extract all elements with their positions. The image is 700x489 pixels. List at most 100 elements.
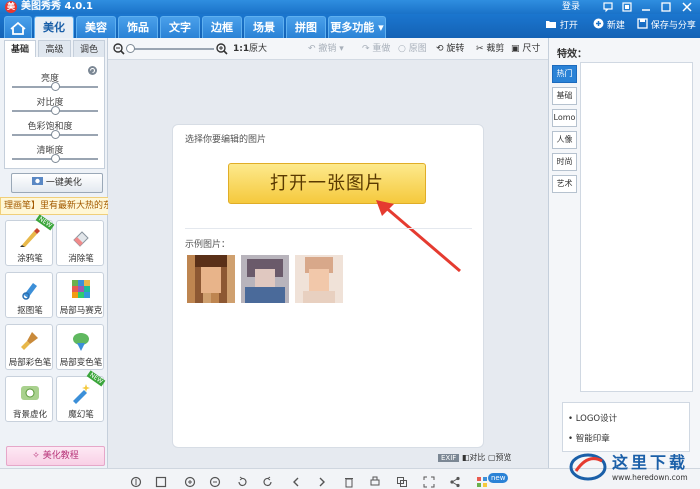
tab-beauty[interactable]: 美容 bbox=[76, 16, 116, 38]
watermark-logo-icon bbox=[569, 453, 607, 481]
pin-icon[interactable] bbox=[130, 476, 142, 488]
redo-label: 重做 bbox=[372, 44, 391, 54]
rotate-label: 旋转 bbox=[446, 44, 465, 54]
watermark-url: www.heredown.com bbox=[612, 473, 688, 482]
original-size-button[interactable]: 原大 bbox=[249, 42, 267, 56]
compare-button[interactable]: ◧对比 bbox=[462, 453, 486, 462]
apps-icon[interactable] bbox=[476, 476, 488, 488]
heredown-watermark: 这里下载 www.heredown.com bbox=[568, 447, 698, 487]
sidebar-tab-basic[interactable]: 基础 bbox=[4, 40, 36, 58]
size-label: 尺寸 bbox=[522, 44, 541, 54]
contrast-label: 对比度 bbox=[36, 98, 64, 108]
color-change-pen-tool[interactable]: 局部变色笔 bbox=[56, 324, 104, 370]
minimize-icon[interactable] bbox=[638, 0, 654, 14]
login-link[interactable]: 登录 bbox=[562, 1, 580, 13]
reset-original-label: 原图 bbox=[408, 44, 427, 54]
zoom-slider[interactable] bbox=[128, 48, 214, 50]
preview-button[interactable]: ▢预览 bbox=[488, 453, 512, 462]
sample-images-label: 示例图片： bbox=[185, 240, 231, 250]
tab-text[interactable]: 文字 bbox=[160, 16, 200, 38]
sample-image-1[interactable] bbox=[187, 255, 235, 303]
app-logo-icon: 美 bbox=[5, 1, 17, 13]
maximize-icon[interactable] bbox=[658, 0, 674, 14]
exif-button[interactable]: EXIF bbox=[438, 454, 460, 462]
sample-image-3[interactable] bbox=[295, 255, 343, 303]
reset-original-button[interactable]: ○ 原图 bbox=[398, 42, 427, 56]
effects-tab-art[interactable]: 艺术 bbox=[552, 175, 577, 193]
one-key-beautify-button[interactable]: 一键美化 bbox=[11, 173, 103, 193]
background-blur-tool[interactable]: 背景虚化 bbox=[5, 376, 53, 422]
effects-list-area bbox=[580, 62, 693, 392]
one-key-beautify-label: 一键美化 bbox=[45, 178, 82, 188]
effects-label: 特效： bbox=[557, 49, 587, 60]
logo-design-label: LOGO设计 bbox=[575, 414, 618, 424]
logo-design-link[interactable]: • LOGO设计 bbox=[568, 412, 617, 424]
tutorial-star-icon: ✧ bbox=[32, 451, 40, 461]
effects-tab-portrait[interactable]: 人像 bbox=[552, 131, 577, 149]
compare-label: 对比 bbox=[469, 453, 486, 462]
tab-more-features[interactable]: 更多功能 ▾ bbox=[328, 16, 386, 38]
cutout-pen-label: 抠图笔 bbox=[17, 306, 43, 316]
smart-seal-link[interactable]: • 智能印章 bbox=[568, 432, 610, 444]
tab-scenes[interactable]: 场景 bbox=[244, 16, 284, 38]
cutout-pen-tool[interactable]: 抠图笔 bbox=[5, 272, 53, 318]
close-icon[interactable] bbox=[679, 0, 695, 14]
doodle-pen-tool[interactable]: NEW 涂鸦笔 bbox=[5, 214, 55, 266]
sharpness-knob[interactable] bbox=[50, 154, 60, 163]
open-button[interactable]: 打开 bbox=[545, 17, 578, 35]
rotate-button[interactable]: ⟲ 旋转 bbox=[436, 42, 464, 56]
redo-button[interactable]: ↷ 重做 bbox=[362, 42, 390, 56]
new-button[interactable]: 新建 bbox=[593, 17, 625, 35]
mosaic-tool[interactable]: 局部马赛克 bbox=[56, 272, 104, 318]
zoom-plus-icon[interactable] bbox=[184, 476, 196, 488]
effects-tab-fashion[interactable]: 时尚 bbox=[552, 153, 577, 171]
ratio-label[interactable]: 1:1 bbox=[233, 42, 249, 56]
tutorial-label: 美化教程 bbox=[42, 451, 79, 461]
fit-icon[interactable] bbox=[155, 476, 167, 488]
zoom-minus-icon[interactable] bbox=[209, 476, 221, 488]
sidebar-tab-color[interactable]: 调色 bbox=[73, 40, 105, 58]
contrast-knob[interactable] bbox=[50, 106, 60, 115]
beautify-tutorial-button[interactable]: ✧ 美化教程 bbox=[6, 446, 105, 466]
share-icon[interactable] bbox=[449, 476, 461, 488]
effects-tab-hot[interactable]: 热门 bbox=[552, 65, 577, 83]
brightness-knob[interactable] bbox=[50, 82, 60, 91]
partial-color-pen-tool[interactable]: 局部彩色笔 bbox=[5, 324, 53, 370]
sample-image-2[interactable] bbox=[241, 255, 289, 303]
message-icon[interactable] bbox=[600, 0, 616, 14]
tab-decorations[interactable]: 饰品 bbox=[118, 16, 158, 38]
effects-tab-lomo[interactable]: Lomo bbox=[552, 109, 577, 127]
preview-label: 预览 bbox=[495, 453, 512, 462]
rotate-right-icon[interactable] bbox=[262, 476, 274, 488]
color-change-pen-label: 局部变色笔 bbox=[59, 358, 103, 368]
delete-icon[interactable] bbox=[343, 476, 355, 488]
tab-frames[interactable]: 边框 bbox=[202, 16, 242, 38]
tab-beautify[interactable]: 美化 bbox=[34, 16, 74, 38]
magic-pen-tool[interactable]: NEW 魔幻笔 bbox=[56, 370, 106, 422]
size-button[interactable]: ▣ 尺寸 bbox=[511, 42, 540, 56]
crop-button[interactable]: ✂ 裁剪 bbox=[476, 42, 504, 56]
copy-icon[interactable] bbox=[396, 476, 408, 488]
zoom-knob[interactable] bbox=[126, 44, 135, 53]
prev-icon[interactable] bbox=[290, 476, 302, 488]
home-tab[interactable] bbox=[4, 16, 32, 38]
save-share-button-label: 保存与分享 bbox=[650, 21, 696, 31]
saturation-knob[interactable] bbox=[50, 130, 60, 139]
zoom-out-icon[interactable] bbox=[113, 43, 125, 55]
skin-icon[interactable] bbox=[619, 0, 635, 14]
smart-seal-label: 智能印章 bbox=[575, 434, 610, 444]
undo-button[interactable]: ↶ 撤销 ▾ bbox=[308, 42, 344, 56]
brightness-label: 亮度 bbox=[40, 74, 59, 84]
print-icon[interactable] bbox=[369, 476, 381, 488]
effects-tab-basic[interactable]: 基础 bbox=[552, 87, 577, 105]
next-icon[interactable] bbox=[316, 476, 328, 488]
undo-label: 撤销 bbox=[318, 44, 337, 54]
zoom-in-icon[interactable] bbox=[216, 43, 228, 55]
save-share-button[interactable]: 保存与分享 bbox=[637, 17, 696, 35]
tab-collage[interactable]: 拼图 bbox=[286, 16, 326, 38]
rotate-left-icon[interactable] bbox=[236, 476, 248, 488]
open-button-label: 打开 bbox=[559, 21, 578, 31]
screenshot-icon[interactable] bbox=[423, 476, 435, 488]
sidebar-tab-advanced[interactable]: 高级 bbox=[38, 40, 71, 58]
eraser-pen-tool[interactable]: 消除笔 bbox=[56, 220, 104, 266]
